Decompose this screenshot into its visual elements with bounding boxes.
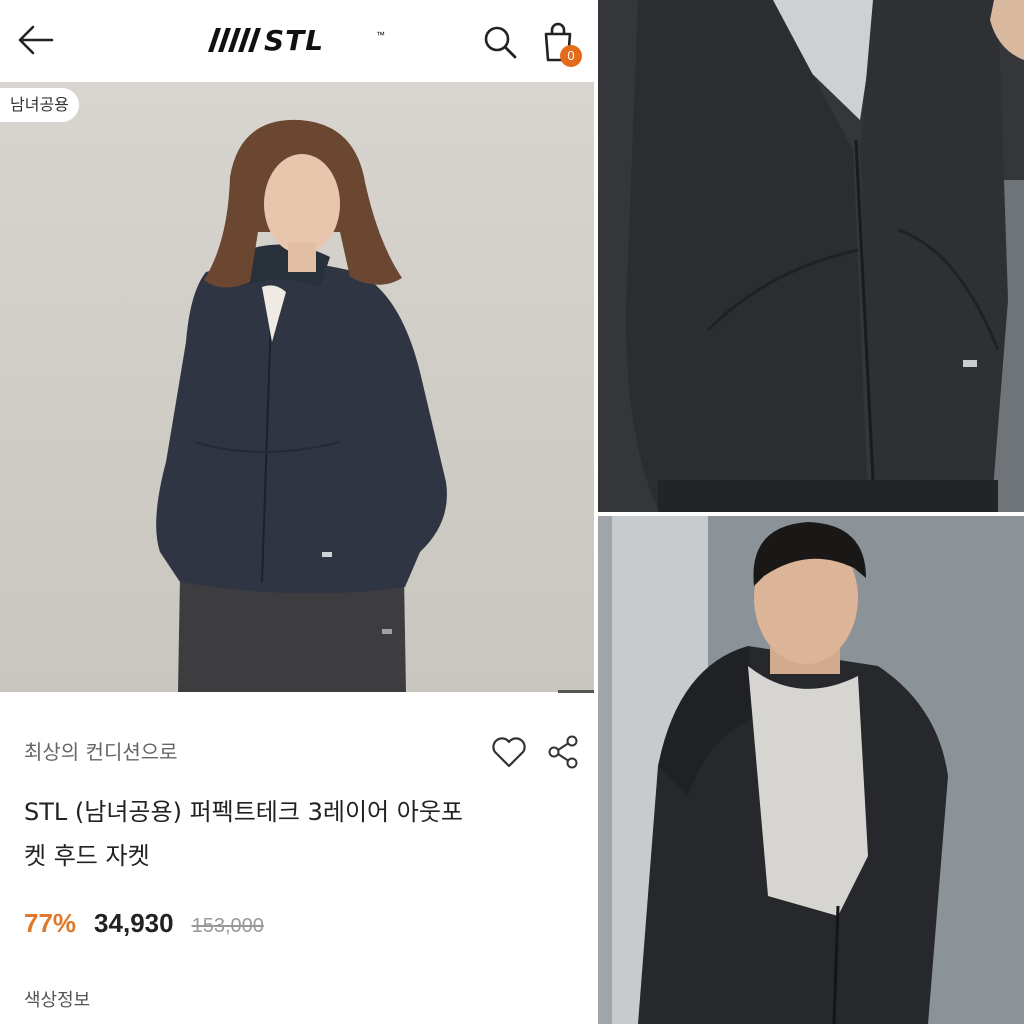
back-button[interactable] bbox=[16, 22, 56, 58]
man-model-image bbox=[598, 516, 1024, 1024]
cart-count-badge: 0 bbox=[560, 45, 582, 67]
discount-rate: 77% bbox=[24, 908, 77, 938]
jacket-closeup-photo bbox=[598, 0, 1024, 512]
color-info-label[interactable]: 색상정보 bbox=[24, 986, 90, 1012]
product-title: STL (남녀공용) 퍼펙트테크 3레이어 아웃포켓 후드 자켓 bbox=[24, 798, 463, 870]
logo-stripes bbox=[208, 28, 261, 52]
original-price: 153,000 bbox=[191, 915, 264, 937]
arrow-left-icon bbox=[18, 25, 54, 55]
brand-logo-text: STL bbox=[264, 24, 325, 57]
search-button[interactable] bbox=[480, 22, 520, 62]
search-icon bbox=[484, 26, 517, 59]
like-button[interactable] bbox=[490, 734, 528, 770]
price-row: 77% 34,930 153,000 bbox=[24, 908, 264, 948]
woman-model-photo bbox=[156, 119, 447, 692]
share-icon bbox=[548, 735, 578, 769]
jacket-closeup-image bbox=[598, 0, 1024, 512]
man-model-photo bbox=[598, 516, 1024, 1024]
product-page: STL ™ 0 남녀공용 최상의 컨디션으로 STL (남녀공용) 퍼펙트테크 … bbox=[0, 0, 594, 1024]
product-main-image[interactable]: 남녀공용 bbox=[0, 82, 594, 692]
share-button[interactable] bbox=[546, 734, 580, 770]
heart-icon bbox=[492, 737, 526, 768]
unisex-tag: 남녀공용 bbox=[0, 88, 79, 122]
product-subtitle: 최상의 컨디션으로 bbox=[24, 740, 178, 764]
trademark-mark: ™ bbox=[376, 30, 385, 40]
image-slider-indicator bbox=[558, 690, 594, 693]
brand-logo[interactable]: STL ™ bbox=[206, 22, 392, 58]
sale-price: 34,930 bbox=[94, 908, 174, 938]
top-navigation-bar: STL ™ 0 bbox=[0, 0, 594, 82]
